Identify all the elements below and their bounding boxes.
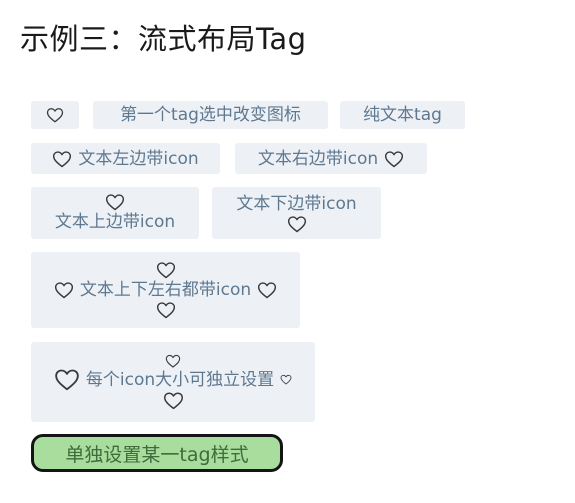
- heart-outline-icon: [55, 369, 79, 391]
- tag-icon-top[interactable]: 文本上边带icon: [31, 187, 199, 239]
- tag-custom-style[interactable]: 单独设置某一tag样式: [31, 434, 283, 472]
- tag-label: 纯文本tag: [363, 105, 442, 125]
- tag-icon-all-sides[interactable]: 文本上下左右都带icon: [31, 252, 300, 328]
- tag-label: 文本下边带icon: [236, 194, 357, 214]
- tag-label: 文本上边带icon: [54, 212, 176, 232]
- tag-label: 单独设置某一tag样式: [65, 443, 249, 466]
- heart-outline-icon: [280, 374, 292, 385]
- tag-icon-right[interactable]: 文本右边带icon: [235, 143, 427, 174]
- tag-middle-row: 每个icon大小可独立设置: [54, 368, 292, 391]
- page-title: 示例三：流式布局Tag: [20, 22, 307, 56]
- heart-outline-icon: [46, 108, 64, 123]
- heart-outline-icon: [385, 150, 404, 167]
- heart-outline-icon: [165, 354, 181, 368]
- tag-first-toggle[interactable]: 第一个tag选中改变图标: [93, 101, 328, 129]
- tag-independent-icon-size[interactable]: 每个icon大小可独立设置: [31, 342, 315, 422]
- heart-outline-icon: [54, 282, 73, 299]
- tag-icon-bottom[interactable]: 文本下边带icon: [212, 187, 381, 239]
- heart-outline-icon: [156, 302, 175, 319]
- heart-outline-icon: [163, 392, 183, 410]
- tag-icon-left[interactable]: 文本左边带icon: [31, 143, 220, 174]
- heart-outline-icon: [105, 194, 125, 211]
- tag-icon-only[interactable]: [31, 101, 79, 129]
- tag-text-only[interactable]: 纯文本tag: [340, 101, 465, 129]
- tag-label: 每个icon大小可独立设置: [85, 369, 275, 390]
- tag-middle-row: 文本上下左右都带icon: [54, 279, 277, 301]
- heart-outline-icon: [53, 150, 72, 167]
- heart-outline-icon: [258, 282, 277, 299]
- tag-label: 第一个tag选中改变图标: [120, 105, 301, 125]
- tag-label: 文本左边带icon: [78, 148, 199, 169]
- tag-label: 文本右边带icon: [257, 148, 379, 169]
- heart-outline-icon: [156, 262, 175, 279]
- tag-label: 文本上下左右都带icon: [79, 280, 252, 300]
- heart-outline-icon: [287, 216, 306, 233]
